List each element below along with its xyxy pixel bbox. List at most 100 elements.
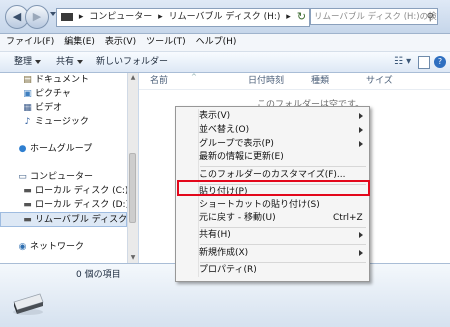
menu-label: 新規作成(X) <box>199 248 249 258</box>
menu-label: 表示(V) <box>199 111 231 121</box>
organize-button[interactable]: 整理 <box>14 52 42 72</box>
help-icon[interactable]: ? <box>434 56 446 68</box>
menu-item-share[interactable]: 共有(H) <box>176 229 369 242</box>
sort-caret-icon: ^ <box>191 73 197 81</box>
column-date[interactable]: 日付時刻 <box>248 73 284 89</box>
nav-label: ピクチャ <box>35 89 71 99</box>
refresh-icon[interactable]: ↻ <box>293 8 310 25</box>
menu-item-properties[interactable]: プロパティ(R) <box>176 264 369 277</box>
menu-edit[interactable]: 編集(E) <box>58 34 99 51</box>
nav-item-videos[interactable]: ▦ ビデオ <box>0 101 127 116</box>
share-button[interactable]: 共有 <box>56 52 84 72</box>
change-view-icon[interactable]: ☷ ▾ <box>394 56 416 68</box>
menu-item-view[interactable]: 表示(V) <box>176 110 369 123</box>
menu-separator <box>200 227 366 228</box>
removable-drive-icon: ▬ <box>23 215 32 225</box>
nav-label: ネットワーク <box>30 242 85 252</box>
column-size[interactable]: サイズ <box>366 73 393 89</box>
nav-item-music[interactable]: ♪ ミュージック <box>0 115 127 130</box>
menu-label: プロパティ(R) <box>199 265 257 275</box>
submenu-arrow-icon <box>359 250 363 256</box>
videos-icon: ▦ <box>23 103 32 113</box>
menu-item-refresh[interactable]: 最新の情報に更新(E) <box>176 151 369 164</box>
documents-icon: ▤ <box>23 75 32 85</box>
breadcrumb-computer[interactable]: コンピューター <box>89 9 152 26</box>
breadcrumb-current[interactable]: リムーバブル ディスク (H:) <box>169 9 281 26</box>
nav-item-computer[interactable]: ▭ コンピューター <box>0 170 127 185</box>
removable-drive-icon <box>13 293 44 315</box>
menu-file[interactable]: ファイル(F) <box>0 34 58 51</box>
menu-tools[interactable]: ツール(T) <box>140 34 190 51</box>
homegroup-icon: ● <box>18 144 27 154</box>
menu-separator <box>200 244 366 245</box>
nav-label: ドキュメント <box>35 75 90 85</box>
preview-pane-icon[interactable] <box>418 56 430 69</box>
nav-label: リムーバブル ディスク (H:) <box>35 215 128 225</box>
breadcrumb-separator[interactable]: ▸ <box>286 9 291 26</box>
breadcrumb-separator[interactable]: ▸ <box>158 9 163 26</box>
breadcrumb[interactable]: ▸ コンピューター ▸ リムーバブル ディスク (H:) ▸ <box>56 8 310 27</box>
nav-label: ローカル ディスク (D:) <box>35 200 128 210</box>
menu-separator <box>200 166 366 167</box>
menu-item-paste-shortcut: ショートカットの貼り付け(S) <box>176 199 369 212</box>
scroll-up-icon[interactable]: ▲ <box>129 74 137 82</box>
column-type[interactable]: 種類 <box>311 73 329 89</box>
chevron-down-icon <box>77 59 84 64</box>
search-placeholder: リムーバブル ディスク (H:)の検索 <box>314 12 438 22</box>
explorer-window: ◀ ▶ ▸ コンピューター ▸ リムーバブル ディスク (H:) ▸ ↻ リムー… <box>0 0 450 327</box>
menu-separator <box>200 262 366 263</box>
menu-label: 最新の情報に更新(E) <box>199 152 284 162</box>
hard-drive-icon: ▬ <box>23 200 32 210</box>
network-icon: ◉ <box>18 242 27 252</box>
chevron-down-icon <box>35 59 42 64</box>
navigation-scrollbar[interactable]: ▲ ▼ <box>128 73 138 263</box>
navigation-pane: ▤ ドキュメント ▣ ピクチャ ▦ ビデオ ♪ ミュージック ● ホームグループ… <box>0 73 128 263</box>
organize-label: 整理 <box>14 57 33 67</box>
menu-label: 共有(H) <box>199 230 231 240</box>
nav-label: ビデオ <box>35 103 63 113</box>
menu-view[interactable]: 表示(V) <box>99 34 140 51</box>
nav-item-drive-c[interactable]: ▬ ローカル ディスク (C:) <box>0 184 127 199</box>
search-icon[interactable]: ⚲ <box>427 9 434 24</box>
submenu-arrow-icon <box>359 113 363 119</box>
item-count: 0 個の項目 <box>76 270 121 280</box>
computer-icon: ▭ <box>18 172 27 182</box>
scroll-thumb[interactable] <box>129 153 136 223</box>
music-icon: ♪ <box>24 117 31 127</box>
menu-label: グループで表示(P) <box>199 139 274 149</box>
nav-item-homegroup[interactable]: ● ホームグループ <box>0 142 127 157</box>
paste-highlight-box <box>177 180 370 196</box>
scroll-down-icon[interactable]: ▼ <box>129 254 137 262</box>
nav-label: ローカル ディスク (C:) <box>35 186 128 196</box>
submenu-arrow-icon <box>359 127 363 133</box>
share-label: 共有 <box>56 57 75 67</box>
search-input[interactable]: リムーバブル ディスク (H:)の検索 ⚲ <box>310 8 438 25</box>
breadcrumb-separator[interactable]: ▸ <box>79 9 84 26</box>
menu-help[interactable]: ヘルプ(H) <box>190 34 241 51</box>
menu-item-group[interactable]: グループで表示(P) <box>176 138 369 151</box>
new-folder-button[interactable]: 新しいフォルダー <box>96 52 168 72</box>
nav-item-pictures[interactable]: ▣ ピクチャ <box>0 87 127 102</box>
submenu-arrow-icon <box>359 232 363 238</box>
menu-item-new[interactable]: 新規作成(X) <box>176 247 369 260</box>
menu-shortcut: Ctrl+Z <box>333 213 363 223</box>
forward-button[interactable]: ▶ <box>25 5 49 29</box>
nav-item-documents[interactable]: ▤ ドキュメント <box>0 73 127 88</box>
menu-item-sort[interactable]: 並べ替え(O) <box>176 124 369 137</box>
menu-item-undo[interactable]: 元に戻す - 移動(U) Ctrl+Z <box>176 212 369 225</box>
address-bar: ◀ ▶ ▸ コンピューター ▸ リムーバブル ディスク (H:) ▸ ↻ リムー… <box>0 0 450 34</box>
command-bar: 整理 共有 新しいフォルダー ☷ ▾ ? <box>0 52 450 73</box>
column-name[interactable]: 名前 <box>150 73 168 89</box>
submenu-arrow-icon <box>359 141 363 147</box>
nav-item-drive-d[interactable]: ▬ ローカル ディスク (D:) <box>0 198 127 213</box>
nav-label: ホームグループ <box>30 144 93 154</box>
hard-drive-icon: ▬ <box>23 186 32 196</box>
menu-label: 並べ替え(O) <box>199 125 250 135</box>
menu-label: ショートカットの貼り付け(S) <box>199 200 320 210</box>
menu-bar: ファイル(F) 編集(E) 表示(V) ツール(T) ヘルプ(H) <box>0 34 450 52</box>
menu-label: 元に戻す - 移動(U) <box>199 213 276 223</box>
nav-item-network[interactable]: ◉ ネットワーク <box>0 240 127 255</box>
nav-label: コンピューター <box>30 172 94 182</box>
nav-item-drive-h[interactable]: ▬ リムーバブル ディスク (H:) <box>0 212 127 227</box>
pictures-icon: ▣ <box>23 89 32 99</box>
